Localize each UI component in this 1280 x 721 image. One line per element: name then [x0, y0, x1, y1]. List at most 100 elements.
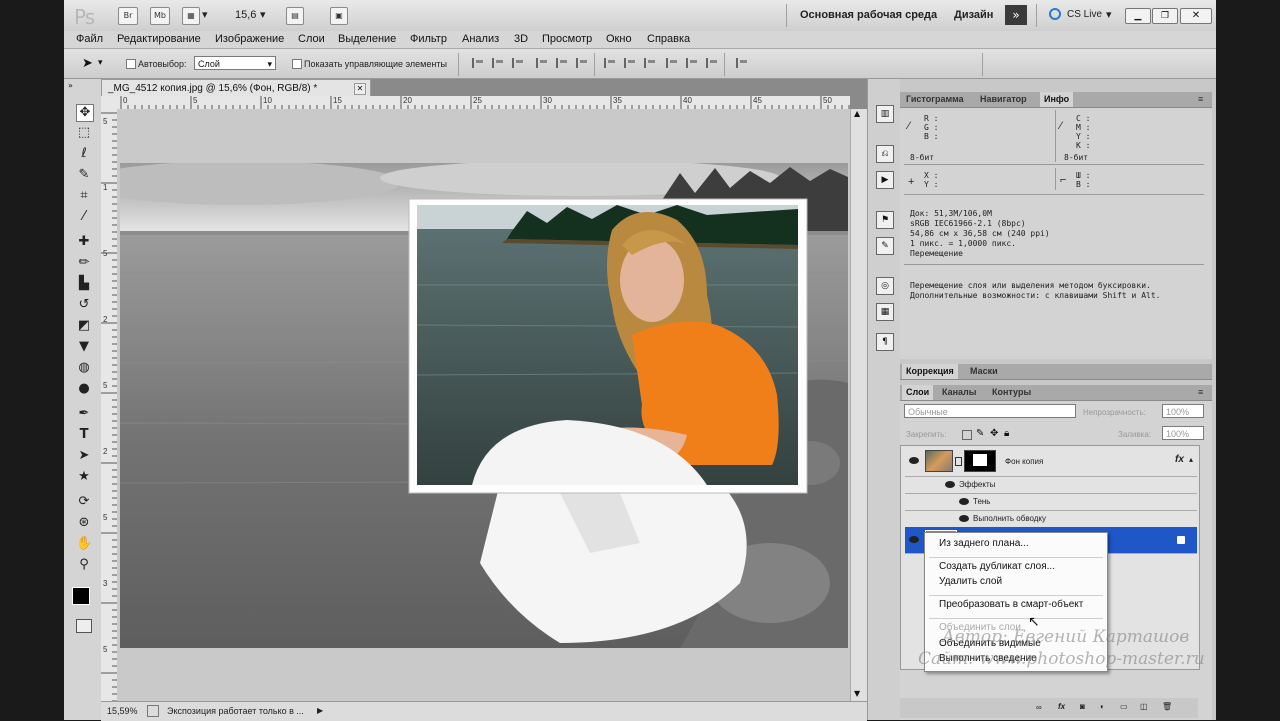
scroll-down-icon[interactable]: ▼: [854, 689, 860, 698]
blend-mode-select[interactable]: Обычные: [904, 404, 1076, 418]
actions-panel-icon[interactable]: ▶: [876, 171, 894, 189]
distribute-right-icon[interactable]: [706, 58, 720, 68]
paragraph-panel-icon[interactable]: ¶: [876, 333, 894, 351]
auto-align-icon[interactable]: [736, 58, 750, 68]
dodge-tool-icon[interactable]: ●: [76, 381, 92, 397]
restore-button[interactable]: ❐: [1152, 8, 1178, 24]
align-vcenter-icon[interactable]: [492, 58, 506, 68]
menu-file[interactable]: Файл: [76, 33, 103, 45]
crop-tool-icon[interactable]: ⌗: [76, 188, 92, 204]
layer-row[interactable]: Фон копия fx ▴: [905, 446, 1197, 477]
menu-edit[interactable]: Редактирование: [117, 33, 201, 45]
menu-view[interactable]: Просмотр: [542, 33, 592, 45]
status-menu-icon[interactable]: ▶: [317, 706, 323, 715]
clone-stamp-tool-icon[interactable]: ▙: [76, 276, 92, 292]
menu-image[interactable]: Изображение: [215, 33, 284, 45]
autoselect-checkbox[interactable]: [126, 59, 136, 69]
menu-filter[interactable]: Фильтр: [410, 33, 447, 45]
add-mask-icon[interactable]: ◙: [1080, 702, 1085, 711]
opacity-field[interactable]: 100%: [1162, 404, 1204, 418]
distribute-bottom-icon[interactable]: [644, 58, 658, 68]
align-top-icon[interactable]: [472, 58, 486, 68]
cslive-button[interactable]: CS Live: [1067, 9, 1102, 20]
collapse-panel-icon[interactable]: »: [68, 81, 73, 90]
pen-tool-icon[interactable]: ✒: [76, 406, 92, 422]
eyedropper-tool-icon[interactable]: ⁄: [76, 209, 92, 225]
hand-tool-icon[interactable]: ✋: [76, 536, 92, 552]
visibility-eye-icon[interactable]: [909, 536, 919, 543]
3d-orbit-tool-icon[interactable]: ⊛: [76, 515, 92, 531]
menu-window[interactable]: Окно: [606, 33, 632, 45]
screen-mode-button[interactable]: ▣: [330, 7, 348, 25]
lock-transparency-icon[interactable]: [962, 430, 972, 440]
lock-pixels-icon[interactable]: ✎: [976, 428, 984, 439]
type-tool-icon[interactable]: T: [76, 427, 92, 443]
distribute-top-icon[interactable]: [604, 58, 618, 68]
visibility-eye-icon[interactable]: [945, 481, 955, 488]
tab-layers[interactable]: Слои: [902, 385, 934, 400]
minibridge-button[interactable]: Mb: [150, 7, 170, 25]
layer-effects-group[interactable]: Эффекты: [905, 476, 1197, 494]
menu-3d[interactable]: 3D: [514, 33, 528, 45]
brush-panel-icon[interactable]: ✎: [876, 237, 894, 255]
align-right-icon[interactable]: [576, 58, 590, 68]
move-tool-preset-icon[interactable]: ➤: [82, 56, 93, 71]
tab-navigator[interactable]: Навигатор: [980, 94, 1027, 104]
cslive-dropdown-icon[interactable]: ▾: [1106, 8, 1112, 21]
bridge-button[interactable]: Br: [118, 7, 138, 25]
canvas-image[interactable]: [120, 163, 848, 648]
fill-field[interactable]: 100%: [1162, 426, 1204, 440]
delete-layer-icon[interactable]: 🗑︎: [1162, 702, 1172, 711]
styles-panel-icon[interactable]: ⚑: [876, 211, 894, 229]
path-selection-tool-icon[interactable]: ➤: [76, 448, 92, 464]
3d-rotate-tool-icon[interactable]: ⟳: [76, 494, 92, 510]
ctx-convert-smart-object[interactable]: Преобразовать в смарт-объект: [939, 599, 1083, 610]
paint-bucket-tool-icon[interactable]: ▼: [76, 339, 92, 355]
tab-channels[interactable]: Каналы: [942, 387, 976, 397]
minimize-button[interactable]: ▁: [1125, 8, 1151, 24]
add-style-icon[interactable]: fx: [1058, 702, 1065, 711]
scroll-up-icon[interactable]: ▲: [854, 109, 860, 118]
align-left-icon[interactable]: [536, 58, 550, 68]
panel-menu-icon[interactable]: ≡: [1198, 94, 1203, 104]
view-extras-button[interactable]: ▦: [182, 7, 200, 25]
blur-tool-icon[interactable]: ◍: [76, 360, 92, 376]
menu-layers[interactable]: Слои: [298, 33, 325, 45]
workspace-design[interactable]: Дизайн: [954, 9, 993, 21]
layer-effect-item[interactable]: Выполнить обводку: [905, 510, 1197, 528]
histogram-panel-icon[interactable]: ▥: [876, 105, 894, 123]
quick-select-tool-icon[interactable]: ✎: [76, 167, 92, 183]
lock-position-icon[interactable]: ✥: [990, 428, 998, 439]
adjustment-layer-icon[interactable]: ◐: [1100, 702, 1105, 711]
tab-masks[interactable]: Маски: [970, 366, 998, 376]
history-panel-icon[interactable]: ⎌: [876, 145, 894, 163]
dropdown-arrow-icon[interactable]: ▾: [202, 8, 208, 21]
visibility-eye-icon[interactable]: [909, 457, 919, 464]
distribute-hcenter-icon[interactable]: [686, 58, 700, 68]
new-group-icon[interactable]: ▭: [1120, 702, 1128, 711]
align-bottom-icon[interactable]: [512, 58, 526, 68]
workspace-essentials[interactable]: Основная рабочая среда: [800, 9, 937, 21]
ruler-origin[interactable]: [101, 96, 117, 109]
vertical-ruler[interactable]: 5 1 5 2 5 2 5 3 5: [101, 109, 118, 701]
shape-tool-icon[interactable]: ★: [76, 469, 92, 485]
foreground-color-swatch[interactable]: [72, 587, 90, 605]
visibility-eye-icon[interactable]: [959, 515, 969, 522]
lasso-tool-icon[interactable]: ℓ: [76, 146, 92, 162]
cslive-icon[interactable]: [1049, 8, 1061, 20]
move-tool-icon[interactable]: ✥: [76, 104, 94, 122]
visibility-eye-icon[interactable]: [959, 498, 969, 505]
collapse-effects-icon[interactable]: ▴: [1189, 455, 1193, 464]
zoom-level[interactable]: 15,6: [235, 9, 256, 21]
distribute-left-icon[interactable]: [666, 58, 680, 68]
new-layer-icon[interactable]: ◫: [1140, 702, 1148, 711]
show-transform-checkbox[interactable]: [292, 59, 302, 69]
status-zoom[interactable]: 15,59%: [107, 706, 138, 716]
preset-dropdown-icon[interactable]: ▾: [98, 58, 103, 68]
eraser-tool-icon[interactable]: ◩: [76, 318, 92, 334]
status-info-icon[interactable]: [147, 705, 159, 717]
ctx-delete-layer[interactable]: Удалить слой: [939, 576, 1002, 587]
arrange-documents-button[interactable]: ▤: [286, 7, 304, 25]
close-window-button[interactable]: ✕: [1180, 8, 1212, 24]
layer-name[interactable]: Фон копия: [1005, 457, 1043, 466]
